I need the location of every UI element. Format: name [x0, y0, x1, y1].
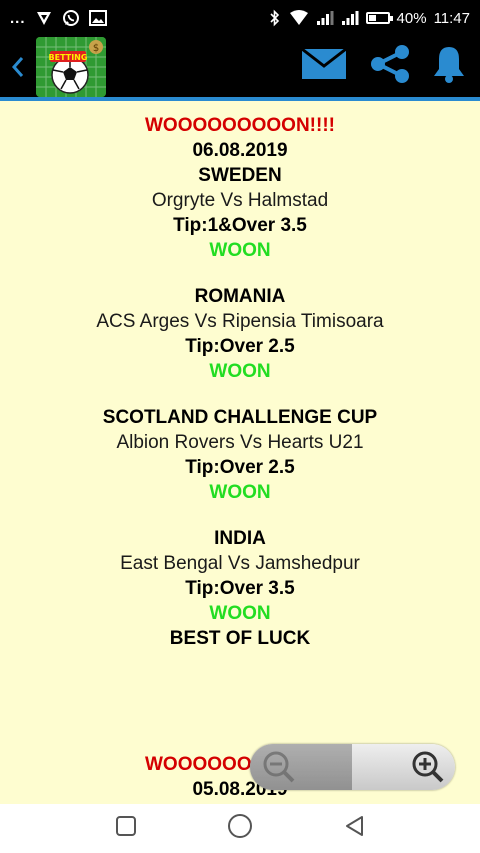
battery-percent: 40%	[396, 9, 427, 27]
navigation-bar	[0, 804, 480, 853]
mail-button[interactable]	[300, 46, 348, 87]
game-league: SCOTLAND CHALLENGE CUP	[102, 407, 378, 428]
game-tip: Tip:1&Over 3.5	[173, 215, 307, 236]
game-tip: Tip:Over 2.5	[185, 336, 295, 357]
bluetooth-icon	[268, 8, 282, 28]
notifications-button[interactable]	[432, 44, 466, 89]
zoom-control	[250, 744, 455, 790]
gallery-icon	[88, 8, 107, 28]
game-match: East Bengal Vs Jamshedpur	[120, 553, 360, 574]
zoom-in-icon	[412, 751, 444, 783]
game-league: SWEDEN	[198, 165, 282, 186]
battery-icon	[365, 8, 393, 28]
game-match: Albion Rovers Vs Hearts U21	[116, 432, 364, 453]
zoom-out-icon	[263, 751, 295, 783]
back-icon	[11, 56, 24, 77]
post-date: 06.08.2019	[192, 140, 288, 161]
game-match: Orgryte Vs Halmstad	[151, 190, 329, 211]
triangle-back-icon	[346, 816, 363, 836]
wifi-icon	[289, 8, 309, 28]
overflow-notifications: ...	[10, 9, 26, 27]
vpn-icon	[35, 8, 53, 28]
share-icon	[371, 45, 409, 83]
game-result: WOON	[209, 361, 271, 382]
mail-icon	[301, 47, 347, 79]
app-logo: $ BETTING	[36, 36, 106, 97]
home-button[interactable]	[227, 813, 253, 844]
game-league: ROMANIA	[194, 286, 286, 307]
recents-button[interactable]	[115, 815, 137, 842]
signal-icon	[341, 8, 359, 28]
status-bar: ... 40% 11:47	[0, 0, 480, 36]
game-tip: Tip:Over 3.5	[185, 578, 295, 599]
back-button[interactable]	[0, 36, 36, 97]
game-result: WOON	[209, 240, 271, 261]
post-closing: BEST OF LUCK	[169, 628, 311, 649]
back-nav-button[interactable]	[343, 814, 365, 843]
game-tip: Tip:Over 2.5	[185, 457, 295, 478]
square-icon	[116, 816, 136, 836]
whatsapp-icon	[62, 8, 80, 28]
logo-text: BETTING	[49, 53, 88, 62]
game-league: INDIA	[214, 528, 266, 549]
game-result: WOON	[209, 482, 271, 503]
zoom-in-button[interactable]	[353, 744, 455, 790]
post: WOOOOOOOOON!!!! 06.08.2019 SWEDEN Orgryt…	[0, 101, 480, 651]
clock: 11:47	[433, 9, 470, 27]
bell-icon	[434, 47, 464, 83]
content-area[interactable]: WOOOOOOOOON!!!! 06.08.2019 SWEDEN Orgryt…	[0, 101, 480, 804]
share-button[interactable]	[368, 44, 412, 89]
app-bar: $ BETTING	[0, 36, 480, 97]
svg-text:$: $	[93, 43, 99, 54]
zoom-out-button[interactable]	[250, 744, 352, 790]
game-match: ACS Arges Vs Ripensia Timisoara	[96, 311, 384, 332]
signal-icon	[316, 8, 334, 28]
post-headline: WOOOOOOOOON!!!!	[145, 115, 335, 136]
game-result: WOON	[209, 603, 271, 624]
circle-icon	[228, 814, 252, 838]
